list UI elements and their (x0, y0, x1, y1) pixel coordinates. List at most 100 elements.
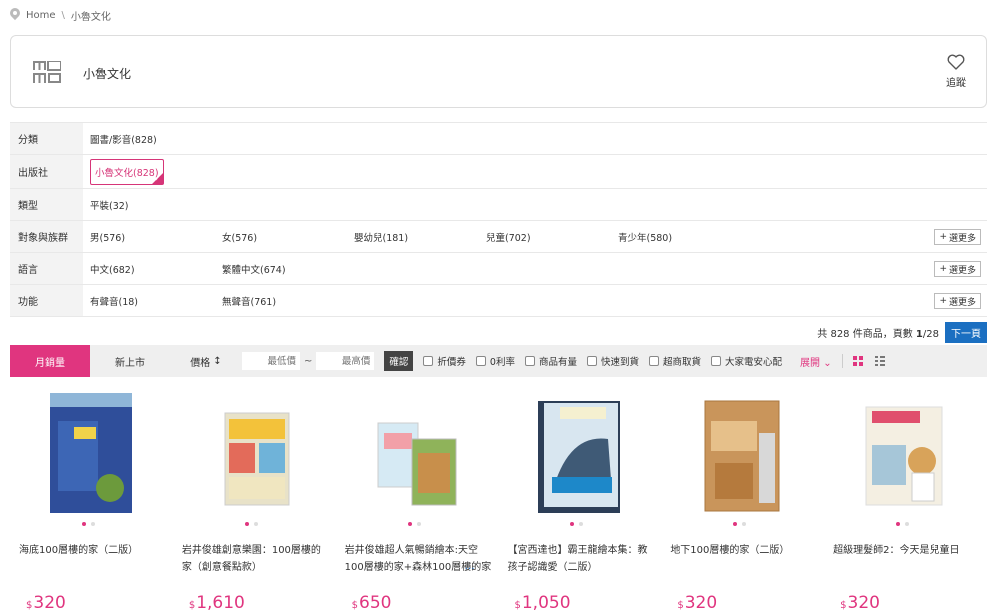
image-pager[interactable] (244, 522, 258, 526)
checkbox-label: 0利率 (489, 357, 515, 368)
max-price-input[interactable] (316, 352, 375, 370)
min-price-input[interactable] (242, 352, 300, 370)
filter-option[interactable]: 無聲音(761) (222, 294, 354, 308)
sort-tab-price[interactable]: 價格 ↕ (170, 345, 242, 377)
next-page-button[interactable]: 下一頁 (945, 322, 987, 343)
sort-tab-new-arrivals[interactable]: 新上市 (90, 345, 170, 377)
currency-symbol: $ (26, 600, 33, 611)
divider (841, 354, 843, 368)
filter-option[interactable]: 兒童(702) (486, 230, 618, 244)
book-cover-image[interactable] (50, 393, 132, 513)
price-value: 1,610 (196, 593, 245, 613)
product-name[interactable]: 地下100層樓的家（二版） (670, 542, 818, 559)
brand-name: 小魯文化 (83, 67, 132, 81)
filter-option[interactable]: 男(576) (90, 230, 222, 244)
product-card[interactable]: 海底100層樓的家（二版） $320 (10, 385, 173, 615)
product-price: $320 (26, 593, 66, 613)
filter-option[interactable]: 嬰幼兒(181) (354, 230, 486, 244)
product-price: $1,610 (189, 593, 245, 613)
book-cover-image[interactable] (213, 393, 295, 513)
image-pager[interactable] (407, 522, 421, 526)
breadcrumb-current: 小魯文化 (70, 11, 111, 23)
filter-row-category: 分類 圖書/影音(828) (10, 123, 987, 155)
checkbox-icon (423, 356, 434, 366)
breadcrumb-home[interactable]: Home (26, 10, 56, 21)
checkbox-label: 大家電安心配 (725, 357, 783, 368)
checkbox-appliance-delivery[interactable]: 大家電安心配 (711, 354, 782, 368)
expand-label: 展開 (800, 357, 821, 369)
price-value: 650 (359, 593, 392, 613)
book-cover-image[interactable] (538, 393, 621, 513)
filter-option[interactable]: 青少年(580) (618, 230, 750, 244)
more-options-button[interactable]: + 選更多 (934, 293, 981, 309)
product-card[interactable]: 岩井俊雄超人氣暢銷繪本:天空100層樓的家+森林100層樓的家 … $650 (336, 385, 499, 615)
checkbox-label: 快速到貨 (600, 357, 639, 368)
chevron-down-icon: ⌄ (823, 357, 832, 369)
product-card[interactable]: 岩井俊雄創意樂園：100層樓的家（創意餐點款） $1,610 (173, 385, 336, 615)
price-value: 1,050 (521, 593, 571, 613)
product-name[interactable]: 岩井俊雄創意樂園：100層樓的家（創意餐點款） (182, 542, 330, 576)
book-cover-image[interactable] (864, 393, 946, 513)
filter-option-selected[interactable]: 小魯文化(828) (90, 158, 164, 185)
price-value: 320 (847, 593, 880, 613)
checkbox-coupon[interactable]: 折價券 (423, 354, 466, 368)
filter-label: 語言 (10, 253, 83, 284)
currency-symbol: $ (677, 600, 684, 611)
breadcrumb: Home \ 小魯文化 (10, 6, 111, 24)
follow-label: 追蹤 (946, 78, 966, 89)
filter-label: 類型 (10, 189, 83, 220)
filter-option[interactable]: 中文(682) (90, 262, 222, 276)
book-cover-image[interactable] (701, 393, 783, 513)
product-name[interactable]: 【宮西達也】霸王龍繪本集：教孩子認識愛（二版） (507, 542, 655, 576)
more-text-ellipsis[interactable]: … (465, 561, 475, 572)
product-card[interactable]: 地下100層樓的家（二版） $320 (661, 385, 824, 615)
filter-row-function: 功能 有聲音(18) 無聲音(761) + 選更多 (10, 285, 987, 317)
list-view-icon[interactable] (874, 356, 885, 366)
image-pager[interactable] (896, 522, 910, 526)
price-confirm-button[interactable]: 確認 (384, 351, 414, 371)
price-sort-label: 價格 (190, 357, 211, 369)
more-options-button[interactable]: + 選更多 (934, 229, 981, 245)
checkbox-in-stock[interactable]: 商品有量 (524, 354, 577, 368)
image-pager[interactable] (733, 522, 747, 526)
product-price: $320 (840, 593, 880, 613)
product-card[interactable]: 超級理髮師2：今天是兒童日 $320 (824, 385, 987, 615)
price-range-tilde: ~ (304, 355, 313, 367)
filter-option[interactable]: 女(576) (222, 230, 354, 244)
checkbox-icon (475, 356, 486, 366)
product-card[interactable]: 【宮西達也】霸王龍繪本集：教孩子認識愛（二版） $1,050 (498, 385, 661, 615)
checkbox-fast-delivery[interactable]: 快速到貨 (586, 354, 639, 368)
filter-option[interactable]: 圖書/影音(828) (90, 132, 222, 146)
checkbox-store-pickup[interactable]: 超商取貨 (649, 354, 701, 368)
image-pager[interactable] (570, 522, 584, 526)
filter-option[interactable]: 繁體中文(674) (222, 262, 354, 276)
checkbox-zero-interest[interactable]: 0利率 (475, 354, 515, 368)
product-name[interactable]: 超級理髮師2：今天是兒童日 (833, 542, 981, 559)
checkbox-icon (586, 356, 597, 366)
currency-symbol: $ (514, 600, 521, 611)
breadcrumb-separator: \ (61, 9, 65, 21)
sort-tab-monthly-sales[interactable]: 月銷量 (10, 345, 90, 377)
more-options-button[interactable]: + 選更多 (934, 261, 981, 277)
book-cover-image[interactable] (376, 393, 458, 513)
expand-filters-button[interactable]: 展開 ⌄ (800, 354, 832, 369)
image-pager[interactable] (82, 522, 95, 526)
plus-icon: + (939, 264, 947, 274)
location-pin-icon (10, 8, 20, 22)
more-options-label: 選更多 (948, 297, 976, 308)
currency-symbol: $ (188, 600, 196, 611)
filter-label: 分類 (10, 123, 83, 154)
product-name[interactable]: 海底100層樓的家（二版） (19, 542, 167, 559)
grid-view-icon[interactable] (852, 356, 863, 366)
product-grid: 海底100層樓的家（二版） $320 岩井俊雄創意樂園：100層樓的家（創意餐點… (10, 385, 987, 615)
product-price: $1,050 (514, 593, 570, 613)
filter-option[interactable]: 有聲音(18) (90, 294, 222, 308)
filter-row-publisher: 出版社 小魯文化(828) (10, 155, 987, 189)
plus-icon: + (939, 296, 947, 306)
checkbox-icon (649, 356, 659, 366)
filter-option[interactable]: 平裝(32) (90, 198, 222, 212)
checkbox-label: 商品有量 (538, 357, 577, 368)
filter-row-type: 類型 平裝(32) (10, 189, 987, 221)
follow-button[interactable]: 追蹤 (946, 54, 966, 89)
current-page: 1 (915, 329, 923, 340)
